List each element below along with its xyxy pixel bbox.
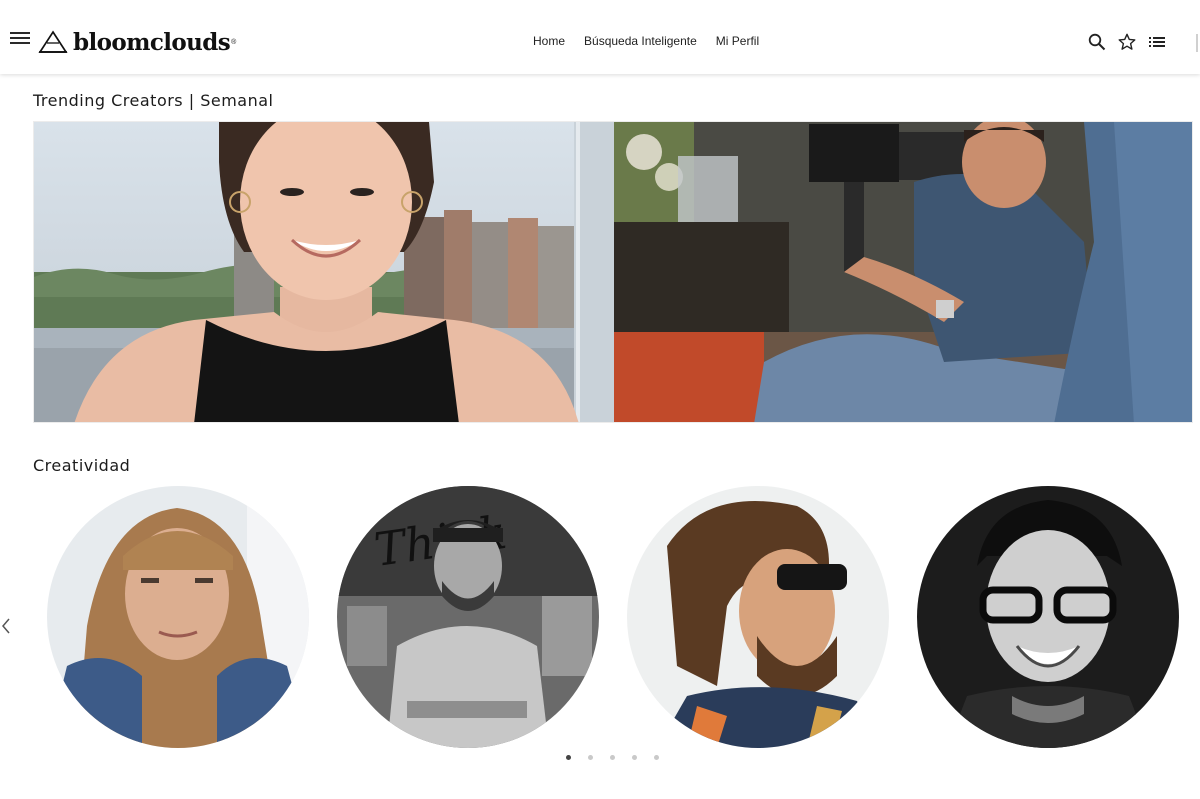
nav-smart-search[interactable]: Búsqueda Inteligente (584, 34, 697, 48)
carousel-dots (566, 755, 659, 760)
creator-avatar-2[interactable]: Think (337, 486, 599, 748)
carousel-dot-3[interactable] (610, 755, 615, 760)
trending-creator-photo-1[interactable] (34, 122, 614, 422)
creator-avatar-4[interactable] (917, 486, 1179, 748)
main-nav: Home Búsqueda Inteligente Mi Perfil (533, 34, 759, 48)
nav-my-profile[interactable]: Mi Perfil (716, 34, 759, 48)
trending-title: Trending Creators | Semanal (33, 91, 274, 110)
list-icon[interactable] (1148, 33, 1166, 51)
registered-mark: ® (231, 38, 237, 46)
search-icon[interactable] (1088, 33, 1106, 51)
creativity-title: Creatividad (33, 456, 131, 475)
carousel-dot-2[interactable] (588, 755, 593, 760)
creator-avatar-1[interactable] (47, 486, 309, 748)
brand-name: bloomclouds (73, 28, 231, 56)
creators-carousel: Think (0, 486, 1200, 748)
star-icon[interactable] (1118, 33, 1136, 51)
menu-icon[interactable] (10, 32, 30, 46)
trending-creator-photo-2[interactable] (614, 122, 1192, 422)
carousel-dot-4[interactable] (632, 755, 637, 760)
brand-logo[interactable]: bloomclouds ® (38, 26, 236, 58)
nav-home[interactable]: Home (533, 34, 565, 48)
triangle-logo-icon (38, 30, 68, 53)
top-header: bloomclouds ® Home Búsqueda Inteligente … (0, 0, 1200, 74)
creator-avatar-3[interactable] (627, 486, 889, 748)
carousel-dot-5[interactable] (654, 755, 659, 760)
scrollbar-edge (1196, 34, 1198, 52)
trending-banner[interactable] (33, 121, 1193, 423)
carousel-dot-1[interactable] (566, 755, 571, 760)
